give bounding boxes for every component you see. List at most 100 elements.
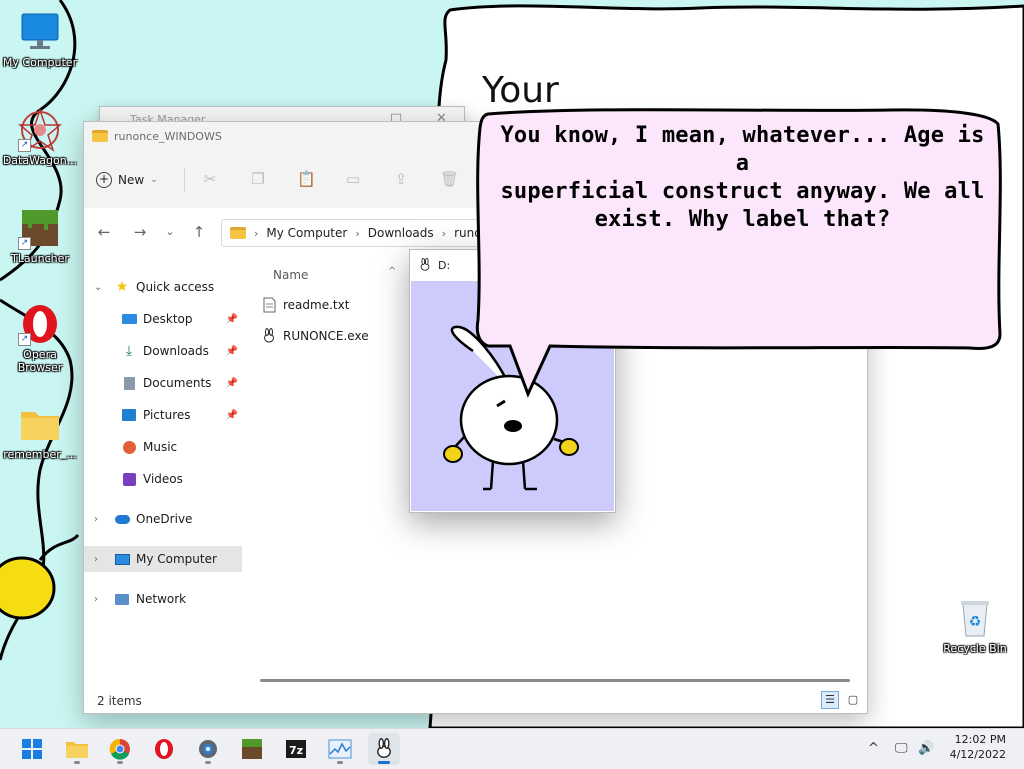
nav-label: Videos	[143, 472, 183, 486]
popup-titlebar[interactable]: D:	[418, 258, 450, 272]
nav-music[interactable]: Music	[84, 434, 242, 460]
chevron-right-icon[interactable]: ›	[94, 514, 98, 525]
file-row-readme[interactable]: readme.txt	[261, 294, 349, 316]
clock-time: 12:02 PM	[954, 733, 1006, 746]
breadcrumb-my-computer[interactable]: My Computer	[266, 226, 347, 240]
column-header-name[interactable]: Name	[273, 268, 308, 282]
grass-block-icon	[242, 739, 262, 759]
taskbar-opera[interactable]	[148, 733, 180, 765]
breadcrumb-downloads[interactable]: Downloads	[368, 226, 434, 240]
7zip-icon: 7z	[286, 740, 306, 758]
nav-documents[interactable]: Documents 📌	[84, 370, 242, 396]
opera-icon	[155, 739, 173, 759]
rename-icon[interactable]: ▭	[344, 170, 362, 188]
gear-icon	[199, 740, 217, 758]
chevron-right-icon[interactable]: ›	[94, 554, 98, 565]
text-file-icon	[261, 297, 277, 313]
chevron-right-icon: ›	[355, 226, 360, 240]
horizontal-scrollbar[interactable]	[260, 679, 850, 682]
nav-videos[interactable]: Videos	[84, 466, 242, 492]
desktop-icon-remember[interactable]: remember_...	[0, 402, 80, 461]
bunny-app-icon	[261, 328, 277, 344]
video-icon	[121, 471, 137, 487]
nav-quick-access[interactable]: ⌄ ★ Quick access	[84, 274, 242, 300]
pin-icon[interactable]: 📌	[226, 410, 238, 421]
back-arrow-icon[interactable]: ←	[95, 223, 113, 241]
details-view-icon[interactable]: ☰	[821, 691, 839, 709]
network-icon	[114, 591, 130, 607]
nav-label: Quick access	[136, 280, 215, 294]
pin-icon[interactable]: 📌	[226, 378, 238, 389]
grass-block-icon: ↗	[18, 206, 62, 250]
document-icon	[121, 375, 137, 391]
taskbar-minecraft[interactable]	[236, 733, 268, 765]
desktop-icon-recycle-bin[interactable]: ♻ Recycle Bin	[935, 596, 1015, 655]
nav-onedrive[interactable]: › OneDrive	[84, 506, 242, 532]
download-icon: ⤓	[125, 343, 133, 359]
opera-icon: ↗	[18, 302, 62, 346]
bunny-app-icon	[420, 258, 430, 271]
nav-downloads[interactable]: ⤓ Downloads 📌	[84, 338, 242, 364]
status-bar: 2 items ☰ ▢	[84, 687, 867, 713]
nav-label: Documents	[143, 376, 212, 390]
bunny-app-icon	[377, 738, 391, 758]
new-button[interactable]: + New ⌄	[96, 170, 158, 190]
desktop-icon-label: Recycle Bin	[943, 642, 1007, 655]
show-hidden-icons-chevron[interactable]: ^	[868, 741, 879, 756]
nav-label: Downloads	[143, 344, 209, 358]
wallpaper-text: Your	[482, 70, 559, 111]
recent-chevron-icon[interactable]: ⌄	[161, 223, 179, 241]
taskbar-file-explorer[interactable]	[61, 733, 93, 765]
star-icon: ★	[115, 279, 129, 295]
desktop-icon-opera[interactable]: ↗ Opera Browser	[0, 302, 80, 374]
file-name: readme.txt	[283, 298, 350, 312]
tiles-view-icon[interactable]: ▢	[844, 691, 862, 709]
taskbar-runonce[interactable]	[368, 733, 400, 765]
taskbar: 7z ^ 🖵 🔊 12:02 PM 4/12/2022	[0, 728, 1024, 769]
pin-icon[interactable]: 📌	[226, 314, 238, 325]
network-monitor-icon[interactable]: 🖵	[895, 741, 908, 756]
nav-network[interactable]: › Network	[84, 586, 242, 612]
desktop-icon-label: My Computer	[2, 56, 78, 69]
window-title: runonce_WINDOWS	[114, 130, 222, 143]
nav-desktop[interactable]: Desktop 📌	[84, 306, 242, 332]
delete-icon[interactable]: 🗑	[440, 170, 459, 188]
star-mandala-icon: ↗	[17, 107, 63, 152]
popup-title: D:	[438, 258, 451, 272]
taskbar-task-manager[interactable]	[324, 733, 356, 765]
plus-icon: +	[96, 172, 112, 188]
speech-line: You know, I mean, whatever... Age is a	[500, 123, 985, 176]
folder-icon	[66, 742, 88, 758]
cut-icon[interactable]: ✂	[201, 170, 219, 188]
item-count: 2 items	[97, 694, 142, 708]
clock[interactable]: 12:02 PM 4/12/2022	[950, 732, 1006, 762]
taskbar-7zip[interactable]: 7z	[280, 733, 312, 765]
file-row-runonce[interactable]: RUNONCE.exe	[261, 325, 369, 347]
chevron-down-icon[interactable]: ⌄	[94, 282, 102, 293]
taskbar-chrome[interactable]	[104, 733, 136, 765]
windows-logo-icon	[22, 739, 42, 759]
nav-pictures[interactable]: Pictures 📌	[84, 402, 242, 428]
start-button[interactable]	[16, 733, 48, 765]
picture-icon	[121, 407, 137, 423]
paste-icon[interactable]: 📋	[297, 170, 316, 188]
nav-my-computer[interactable]: › My Computer	[84, 546, 242, 572]
share-icon[interactable]: ⇪	[392, 170, 410, 188]
copy-icon[interactable]: ❐	[249, 170, 267, 188]
nav-label: Desktop	[143, 312, 193, 326]
taskbar-settings[interactable]	[192, 733, 224, 765]
folder-icon	[18, 402, 62, 446]
desktop-icon-label: remember_...	[3, 448, 77, 461]
desktop-icon-datawagon[interactable]: ↗ DataWagon...	[0, 107, 80, 167]
monitor-icon	[18, 10, 62, 54]
up-arrow-icon[interactable]: ↑	[190, 223, 208, 241]
desktop-icon-tlauncher[interactable]: ↗ TLauncher	[0, 206, 80, 265]
chevron-right-icon[interactable]: ›	[94, 594, 98, 605]
speech-line: superficial construct anyway. We all	[500, 179, 985, 204]
pin-icon[interactable]: 📌	[226, 346, 238, 357]
desktop-icon-my-computer[interactable]: My Computer	[0, 10, 80, 69]
forward-arrow-icon[interactable]: →	[131, 223, 149, 241]
chevron-down-icon: ⌄	[150, 175, 158, 185]
music-icon	[121, 439, 137, 455]
volume-icon[interactable]: 🔊	[918, 741, 934, 756]
